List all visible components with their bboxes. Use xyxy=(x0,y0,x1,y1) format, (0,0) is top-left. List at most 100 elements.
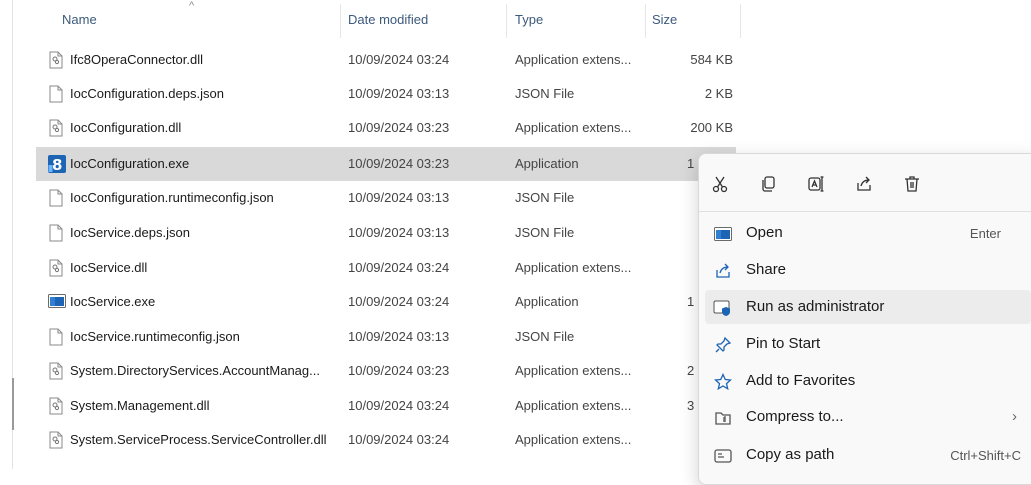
file-name: IocConfiguration.exe xyxy=(70,156,190,171)
file-row[interactable]: Ifc8OperaConnector.dll 10/09/2024 03:24 … xyxy=(36,43,736,77)
file-row[interactable]: IocService.runtimeconfig.json 10/09/2024… xyxy=(36,320,736,354)
menu-item-copy-as-path[interactable]: Copy as path Ctrl+Shift+C xyxy=(705,438,1031,472)
menu-item-shortcut: Ctrl+Shift+C xyxy=(950,448,1021,463)
file-name: IocService.exe xyxy=(70,294,156,309)
file-name: System.Management.dll xyxy=(70,398,210,413)
star-icon xyxy=(713,372,733,392)
file-type: Application extens... xyxy=(515,260,632,275)
column-divider[interactable] xyxy=(645,4,646,38)
menu-item-add-to-favorites[interactable]: Add to Favorites xyxy=(705,364,1031,398)
file-name: IocService.dll xyxy=(70,260,148,275)
column-divider[interactable] xyxy=(740,4,741,38)
file-size: 584 KB xyxy=(690,52,733,67)
file-name: IocService.runtimeconfig.json xyxy=(70,329,240,344)
file-date: 10/09/2024 03:13 xyxy=(348,190,450,205)
file-type: JSON File xyxy=(515,225,575,240)
file-date: 10/09/2024 03:24 xyxy=(348,432,450,447)
file-row[interactable]: IocConfiguration.deps.json 10/09/2024 03… xyxy=(36,77,736,111)
path-icon xyxy=(713,446,733,466)
menu-item-label: Pin to Start xyxy=(746,335,821,352)
dll-icon xyxy=(48,362,64,380)
dll-icon xyxy=(48,431,64,449)
menu-item-label: Run as administrator xyxy=(746,298,885,315)
rename-button[interactable] xyxy=(799,168,833,202)
share-button[interactable] xyxy=(847,168,881,202)
menu-item-run-as-administrator[interactable]: Run as administrator xyxy=(705,290,1031,324)
copy-icon xyxy=(759,175,777,196)
menu-item-shortcut: Enter xyxy=(969,226,1001,241)
zip-icon xyxy=(713,408,733,428)
menu-item-open[interactable]: Open Enter xyxy=(705,216,1031,250)
file-date: 10/09/2024 03:24 xyxy=(348,294,450,309)
file-type: JSON File xyxy=(515,329,575,344)
column-header-type[interactable]: Type xyxy=(515,12,543,27)
file-size: 2 KB xyxy=(704,86,733,101)
column-header-date[interactable]: Date modified xyxy=(348,12,428,27)
file-type: JSON File xyxy=(515,190,575,205)
dll-icon xyxy=(48,51,64,69)
dll-icon xyxy=(48,119,64,137)
dll-icon xyxy=(48,259,64,277)
window-exe-icon xyxy=(48,293,66,311)
file-type: Application xyxy=(515,156,579,171)
file-date: 10/09/2024 03:24 xyxy=(348,52,450,67)
file-name: Ifc8OperaConnector.dll xyxy=(70,52,203,67)
chevron-right-icon: › xyxy=(1012,408,1017,425)
sort-ascending-icon: ^ xyxy=(189,0,195,12)
menu-item-label: Copy as path xyxy=(746,446,835,463)
app-exe-icon: 8 xyxy=(48,155,66,174)
file-name: IocConfiguration.runtimeconfig.json xyxy=(70,190,274,205)
context-menu: Open Enter Share Run as administrator Pi… xyxy=(698,153,1031,485)
file-row[interactable]: System.Management.dll 10/09/2024 03:24 A… xyxy=(36,389,736,423)
rename-icon xyxy=(807,175,825,196)
file-type: JSON File xyxy=(515,86,575,101)
delete-button[interactable] xyxy=(895,168,929,202)
menu-item-compress-to[interactable]: Compress to... › xyxy=(705,400,1031,434)
menu-item-label: Share xyxy=(746,261,787,278)
file-row[interactable]: IocConfiguration.dll 10/09/2024 03:23 Ap… xyxy=(36,111,736,145)
menu-separator xyxy=(699,211,1031,212)
file-type: Application extens... xyxy=(515,120,632,135)
column-header-name[interactable]: Name xyxy=(62,12,97,27)
cut-button[interactable] xyxy=(703,168,737,202)
menu-item-share[interactable]: Share xyxy=(705,253,1031,287)
json-file-icon xyxy=(48,328,64,346)
file-row[interactable]: System.ServiceProcess.ServiceController.… xyxy=(36,423,736,457)
copy-button[interactable] xyxy=(751,168,785,202)
file-date: 10/09/2024 03:24 xyxy=(348,260,450,275)
pin-icon xyxy=(713,335,733,355)
delete-icon xyxy=(903,175,921,196)
pane-scroll-indicator xyxy=(12,378,14,430)
file-type: Application extens... xyxy=(515,432,632,447)
file-row[interactable]: IocService.dll 10/09/2024 03:24 Applicat… xyxy=(36,251,736,285)
file-type: Application extens... xyxy=(515,398,632,413)
file-name: IocService.deps.json xyxy=(70,225,190,240)
file-row[interactable]: IocConfiguration.runtimeconfig.json 10/0… xyxy=(36,181,736,215)
column-divider[interactable] xyxy=(340,4,341,38)
file-date: 10/09/2024 03:24 xyxy=(348,398,450,413)
column-header-bar: ^ Name Date modified Type Size xyxy=(0,0,760,40)
file-type: Application extens... xyxy=(515,363,632,378)
share-icon xyxy=(855,175,873,196)
file-date: 10/09/2024 03:23 xyxy=(348,363,450,378)
json-file-icon xyxy=(48,224,64,242)
dll-icon xyxy=(48,397,64,415)
shield-window-icon xyxy=(713,298,733,318)
column-header-size[interactable]: Size xyxy=(652,12,677,27)
file-date: 10/09/2024 03:13 xyxy=(348,86,450,101)
column-divider[interactable] xyxy=(506,4,507,38)
menu-item-label: Add to Favorites xyxy=(746,372,856,389)
file-date: 10/09/2024 03:23 xyxy=(348,120,450,135)
menu-item-label: Compress to... xyxy=(746,408,844,425)
file-date: 10/09/2024 03:13 xyxy=(348,225,450,240)
open-window-icon xyxy=(713,224,733,244)
file-size: 200 KB xyxy=(690,120,733,135)
file-date: 10/09/2024 03:13 xyxy=(348,329,450,344)
file-row[interactable]: IocService.deps.json 10/09/2024 03:13 JS… xyxy=(36,216,736,250)
cut-icon xyxy=(711,175,729,196)
svg-text:8: 8 xyxy=(52,156,62,173)
file-row-selected[interactable]: 8 IocConfiguration.exe 10/09/2024 03:23 … xyxy=(36,147,736,181)
file-row[interactable]: IocService.exe 10/09/2024 03:24 Applicat… xyxy=(36,285,736,319)
menu-item-pin-to-start[interactable]: Pin to Start xyxy=(705,327,1031,361)
file-row[interactable]: System.DirectoryServices.AccountManag...… xyxy=(36,354,736,388)
